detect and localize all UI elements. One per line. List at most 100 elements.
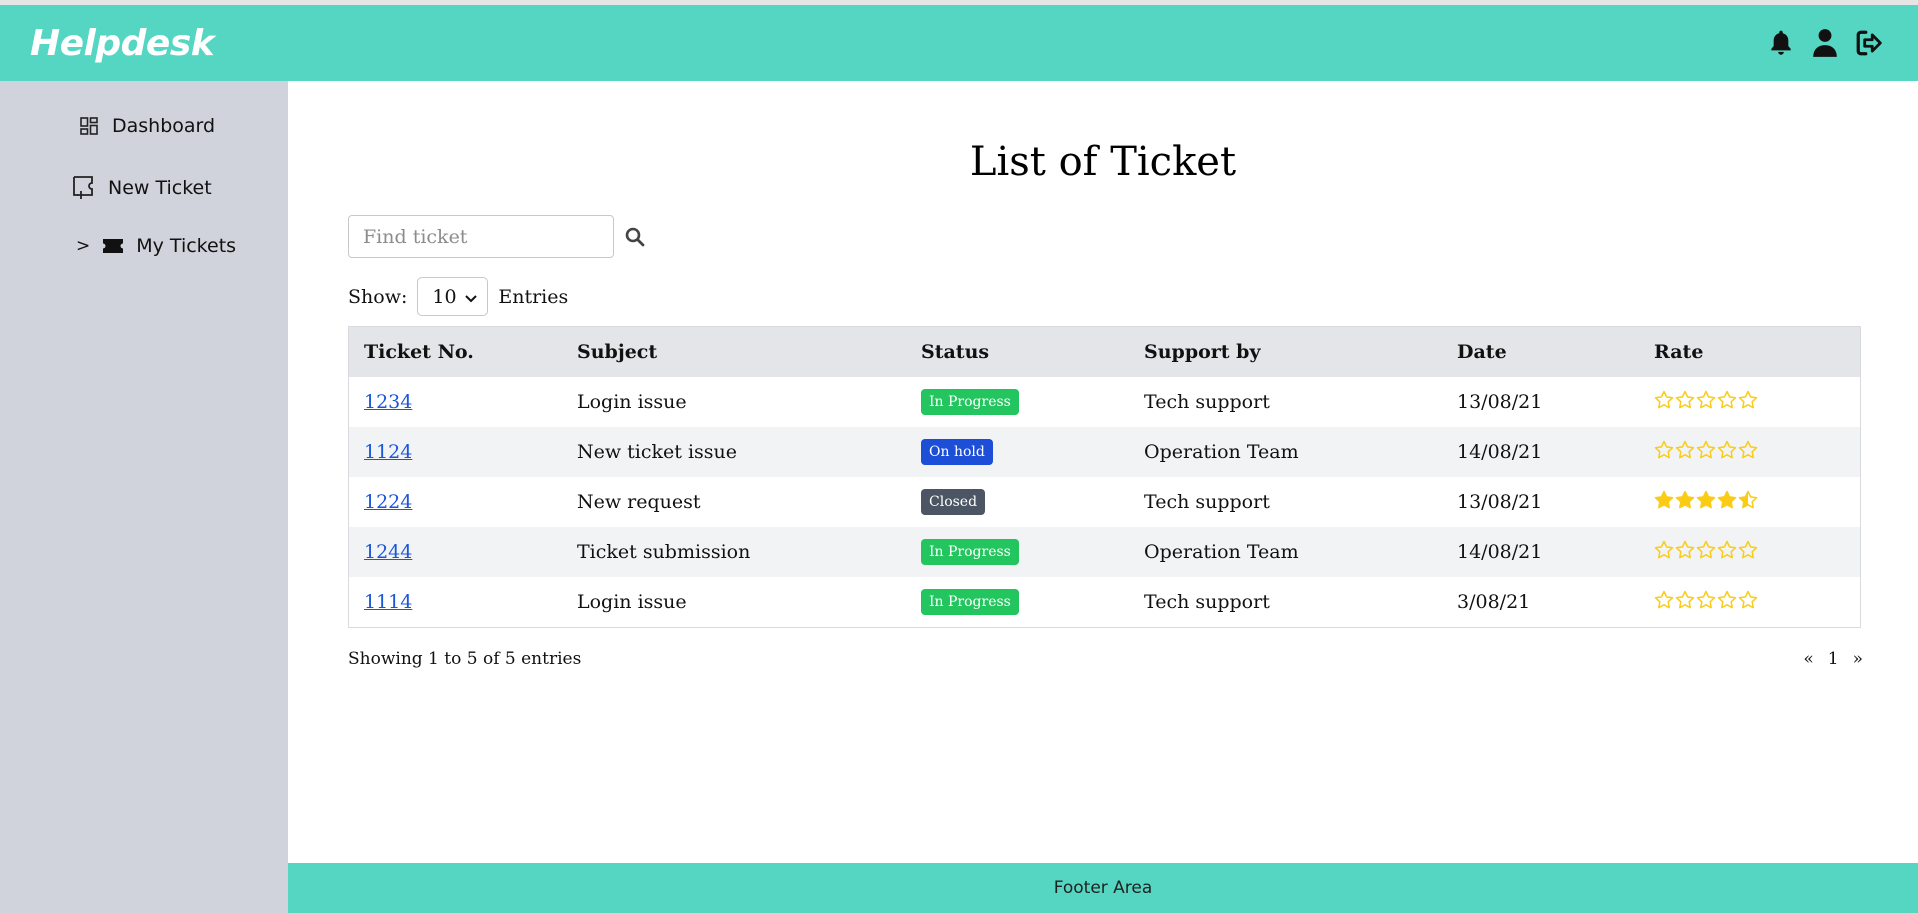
star-icon[interactable] bbox=[1696, 440, 1716, 460]
column-header[interactable]: Ticket No. bbox=[349, 327, 562, 377]
ticket-link[interactable]: 1244 bbox=[364, 541, 412, 563]
cell-subject: Login issue bbox=[577, 591, 687, 613]
search-bar bbox=[348, 215, 646, 258]
entries-control: Show: 10 Entries bbox=[348, 277, 568, 316]
pagination-next[interactable]: » bbox=[1853, 649, 1863, 669]
star-icon[interactable] bbox=[1675, 490, 1695, 510]
cell-support: Tech support bbox=[1144, 491, 1270, 513]
cell-subject: New request bbox=[577, 491, 701, 513]
pagination-page[interactable]: 1 bbox=[1828, 649, 1839, 669]
star-icon[interactable] bbox=[1696, 540, 1716, 560]
star-icon[interactable] bbox=[1717, 490, 1737, 510]
bell-icon[interactable] bbox=[1766, 27, 1796, 59]
cell-status: In Progress bbox=[906, 577, 1129, 627]
search-icon[interactable] bbox=[624, 226, 646, 248]
star-icon[interactable] bbox=[1675, 390, 1695, 410]
star-icon[interactable] bbox=[1654, 490, 1674, 510]
star-rating[interactable] bbox=[1654, 390, 1758, 410]
table-row: 1234 Login issue In Progress Tech support 13… bbox=[349, 377, 1860, 427]
sidebar-item-label: My Tickets bbox=[136, 235, 237, 257]
page-title: List of Ticket bbox=[969, 139, 1237, 185]
cell-status: Closed bbox=[906, 477, 1129, 527]
cell-subject: Ticket submission bbox=[562, 527, 906, 577]
star-icon[interactable] bbox=[1654, 590, 1674, 610]
star-icon[interactable] bbox=[1654, 440, 1674, 460]
cell-ticket-no: 1224 bbox=[349, 477, 562, 527]
main-content: List of Ticket Show: 10 Entries Ticket N… bbox=[288, 81, 1918, 863]
star-icon[interactable] bbox=[1738, 540, 1758, 560]
star-icon[interactable] bbox=[1696, 590, 1716, 610]
table-row: 1124 New ticket issue On hold Operation Tea… bbox=[349, 427, 1860, 477]
column-header[interactable]: Status bbox=[906, 327, 1129, 377]
cell-status: In Progress bbox=[906, 527, 1129, 577]
status-badge: In Progress bbox=[921, 588, 1019, 616]
brand-logo[interactable]: Helpdesk bbox=[30, 23, 215, 64]
star-icon[interactable] bbox=[1738, 390, 1758, 410]
column-header[interactable]: Subject bbox=[562, 327, 906, 377]
top-header: Helpdesk bbox=[0, 5, 1918, 81]
column-header[interactable]: Support by bbox=[1129, 327, 1442, 377]
cell-support: Tech support bbox=[1144, 591, 1270, 613]
column-header[interactable]: Rate bbox=[1639, 327, 1860, 377]
star-icon[interactable] bbox=[1675, 590, 1695, 610]
star-icon[interactable] bbox=[1675, 540, 1695, 560]
cell-date: 14/08/21 bbox=[1442, 527, 1639, 577]
sidebar-item-my-tickets[interactable]: > My Tickets bbox=[76, 235, 236, 257]
cell-rate bbox=[1639, 427, 1860, 477]
status-badge: Closed bbox=[921, 488, 986, 516]
footer: Footer Area bbox=[288, 863, 1918, 913]
ticket-link[interactable]: 1234 bbox=[364, 391, 412, 413]
star-icon[interactable] bbox=[1717, 440, 1737, 460]
status-badge: In Progress bbox=[921, 538, 1019, 566]
star-icon[interactable] bbox=[1654, 390, 1674, 410]
cell-rate bbox=[1639, 527, 1860, 577]
table-row: 1244 Ticket submission In Progress Operatio… bbox=[349, 527, 1860, 577]
cell-status: In Progress bbox=[906, 377, 1129, 427]
sidebar: Dashboard New Ticket > My Tickets bbox=[0, 81, 288, 913]
pagination-prev[interactable]: « bbox=[1803, 649, 1813, 669]
chevron-down-icon bbox=[465, 286, 478, 308]
star-icon[interactable] bbox=[1696, 490, 1716, 510]
star-icon[interactable] bbox=[1738, 590, 1758, 610]
star-icon[interactable] bbox=[1738, 440, 1758, 460]
sidebar-item-new-ticket[interactable]: New Ticket bbox=[72, 175, 212, 201]
star-icon[interactable] bbox=[1675, 440, 1695, 460]
ticket-add-icon bbox=[72, 175, 96, 201]
search-input[interactable] bbox=[348, 215, 614, 258]
cell-ticket-no: 1244 bbox=[349, 527, 562, 577]
sidebar-item-dashboard[interactable]: Dashboard bbox=[78, 115, 215, 137]
sidebar-item-label: Dashboard bbox=[112, 115, 216, 137]
cell-date: 13/08/21 bbox=[1457, 491, 1543, 513]
star-rating[interactable] bbox=[1654, 540, 1758, 560]
ticket-link[interactable]: 1114 bbox=[364, 591, 412, 613]
ticket-link[interactable]: 1124 bbox=[364, 441, 412, 463]
cell-subject: New ticket issue bbox=[562, 427, 906, 477]
star-rating[interactable] bbox=[1654, 590, 1758, 610]
ticket-icon bbox=[102, 235, 124, 257]
star-icon[interactable] bbox=[1717, 390, 1737, 410]
cell-ticket-no: 1114 bbox=[349, 577, 562, 627]
star-icon[interactable] bbox=[1717, 540, 1737, 560]
cell-support: Operation Team bbox=[1129, 527, 1442, 577]
cell-rate bbox=[1639, 477, 1860, 527]
entries-select[interactable]: 10 bbox=[417, 277, 489, 316]
star-rating[interactable] bbox=[1654, 490, 1758, 510]
ticket-link[interactable]: 1224 bbox=[364, 491, 412, 513]
column-header[interactable]: Date bbox=[1442, 327, 1639, 377]
entries-label: Entries bbox=[498, 285, 569, 308]
cell-subject: Login issue bbox=[577, 391, 687, 413]
star-icon[interactable] bbox=[1717, 590, 1737, 610]
chevron-right-icon: > bbox=[76, 236, 91, 256]
cell-date: 14/08/21 bbox=[1442, 427, 1639, 477]
star-icon[interactable] bbox=[1654, 540, 1674, 560]
show-label: Show: bbox=[348, 285, 408, 308]
cell-support: Tech support bbox=[1144, 391, 1270, 413]
star-icon[interactable] bbox=[1696, 390, 1716, 410]
footer-text: Footer Area bbox=[1053, 878, 1153, 898]
table-row: 1224 New request Closed Tech support 13/08/2… bbox=[349, 477, 1860, 527]
logout-icon[interactable] bbox=[1854, 27, 1884, 59]
user-icon[interactable] bbox=[1810, 27, 1840, 59]
star-rating[interactable] bbox=[1654, 440, 1758, 460]
star-icon[interactable] bbox=[1738, 490, 1758, 510]
pagination: « 1 » bbox=[1803, 649, 1863, 669]
